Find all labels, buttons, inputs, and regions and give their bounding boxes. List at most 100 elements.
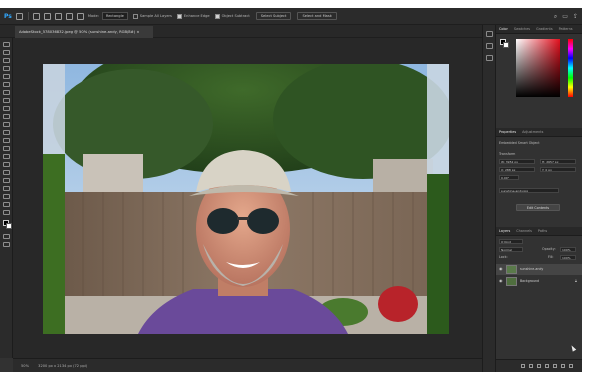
- options-bar: Ps Mode: Rectangle Sample All Layers Enh…: [0, 8, 582, 25]
- tab-color[interactable]: Color: [496, 27, 511, 31]
- background-swatch[interactable]: [503, 42, 509, 48]
- history-icon[interactable]: [486, 31, 493, 37]
- adjustment-layer-icon[interactable]: [545, 364, 549, 368]
- pen-tool-icon[interactable]: [3, 162, 10, 167]
- tab-channels[interactable]: Channels: [513, 229, 535, 233]
- tab-swatches[interactable]: Swatches: [511, 27, 533, 31]
- gradient-tool-icon[interactable]: [3, 138, 10, 143]
- brush-settings-icon[interactable]: [486, 43, 493, 49]
- tab-paths[interactable]: Paths: [535, 229, 550, 233]
- sample-all-layers-checkbox[interactable]: Sample All Layers: [132, 13, 172, 19]
- rectangle-tool-icon[interactable]: [3, 186, 10, 191]
- eraser-tool-icon[interactable]: [3, 130, 10, 135]
- history-brush-tool-icon[interactable]: [3, 122, 10, 127]
- quick-mask-icon[interactable]: [3, 234, 10, 239]
- path-selection-tool-icon[interactable]: [3, 178, 10, 183]
- tools-panel: [0, 38, 13, 358]
- object-subtract-checkbox[interactable]: Object Subtract: [214, 13, 250, 19]
- tab-patterns[interactable]: Patterns: [556, 27, 576, 31]
- lock-icon[interactable]: 🔒︎: [575, 278, 577, 283]
- hand-tool-icon[interactable]: [3, 194, 10, 199]
- tab-properties[interactable]: Properties: [496, 130, 519, 134]
- tab-adjustments[interactable]: Adjustments: [519, 130, 546, 134]
- object-selection-tool-icon[interactable]: [32, 12, 40, 20]
- tab-layers[interactable]: Layers: [496, 229, 513, 233]
- healing-brush-tool-icon[interactable]: [3, 98, 10, 103]
- select-and-mask-button[interactable]: Select and Mask: [297, 12, 337, 20]
- status-bar: 50% 3200 px x 2134 px (72 ppi): [13, 358, 482, 372]
- background-color-swatch[interactable]: [6, 223, 12, 229]
- share-icon[interactable]: ⇪: [573, 13, 578, 21]
- color-picker-field[interactable]: [516, 39, 560, 97]
- workspace-icon[interactable]: ▭: [562, 13, 568, 21]
- select-subject-button[interactable]: Select Subject: [255, 12, 292, 20]
- layer-filter-select[interactable]: Q Kind: [499, 239, 523, 244]
- add-selection-icon[interactable]: [54, 12, 62, 20]
- angle-field[interactable]: 0.00°: [499, 175, 519, 180]
- edit-contents-button[interactable]: Edit Contents: [516, 204, 560, 211]
- visibility-eye-icon[interactable]: ◉: [499, 279, 504, 283]
- layer-thumbnail: [506, 265, 517, 274]
- crop-tool-icon[interactable]: [3, 74, 10, 79]
- info-icon[interactable]: [486, 55, 493, 61]
- zoom-tool-icon[interactable]: [3, 202, 10, 207]
- search-icon[interactable]: ⌕: [554, 13, 557, 21]
- blend-mode-select[interactable]: Normal: [499, 247, 523, 252]
- layer-name: sunshine-andy: [520, 267, 544, 271]
- height-field[interactable]: H: 2657 px: [540, 159, 576, 164]
- app-logo[interactable]: Ps: [4, 13, 12, 20]
- move-tool-icon[interactable]: [3, 42, 10, 47]
- layer-row-sunshine-andy[interactable]: ◉ sunshine-andy: [496, 264, 582, 275]
- screen-mode-icon[interactable]: [3, 242, 10, 247]
- brush-tool-icon[interactable]: [3, 106, 10, 111]
- more-tools-icon[interactable]: [3, 210, 10, 215]
- add-mask-icon[interactable]: [537, 364, 541, 368]
- zoom-level[interactable]: 50%: [21, 364, 29, 368]
- eyedropper-tool-icon[interactable]: [3, 90, 10, 95]
- type-tool-icon[interactable]: [3, 170, 10, 175]
- enhance-edge-label: Enhance Edge: [183, 14, 210, 18]
- subtract-selection-icon[interactable]: [65, 12, 73, 20]
- linked-file-field[interactable]: sunshine-andy.jpg: [499, 188, 559, 193]
- new-group-icon[interactable]: [553, 364, 557, 368]
- smart-object-type: Embedded Smart Object: [499, 141, 540, 145]
- hue-slider[interactable]: [568, 39, 573, 97]
- opacity-field[interactable]: 100%: [560, 247, 576, 252]
- frame-tool-icon[interactable]: [3, 82, 10, 87]
- x-field[interactable]: X: 288 px: [499, 167, 535, 172]
- dodge-tool-icon[interactable]: [3, 154, 10, 159]
- link-layers-icon[interactable]: [521, 364, 525, 368]
- properties-panel-tabs: Properties Adjustments: [496, 128, 582, 137]
- width-field[interactable]: W: 3952 px: [499, 159, 535, 164]
- layers-footer: [496, 359, 582, 372]
- fx-icon[interactable]: [529, 364, 533, 368]
- fill-field[interactable]: 100%: [560, 255, 576, 260]
- lasso-tool-icon[interactable]: [3, 58, 10, 63]
- layer-thumbnail: [506, 277, 517, 286]
- mode-label: Mode:: [87, 14, 99, 18]
- blur-tool-icon[interactable]: [3, 146, 10, 151]
- layer-row-background[interactable]: ◉ Background 🔒︎: [496, 276, 582, 287]
- enhance-edge-checkbox[interactable]: Enhance Edge: [176, 13, 210, 19]
- clone-stamp-tool-icon[interactable]: [3, 114, 10, 119]
- divider: [27, 12, 29, 20]
- new-selection-icon[interactable]: [43, 12, 51, 20]
- new-layer-icon[interactable]: [561, 364, 565, 368]
- document-info[interactable]: 3200 px x 2134 px (72 ppi): [38, 364, 87, 368]
- intersect-selection-icon[interactable]: [76, 12, 84, 20]
- window-controls: ⌕ ▭ ⇪: [554, 13, 578, 21]
- photo-image: [43, 64, 449, 334]
- tab-gradients[interactable]: Gradients: [533, 27, 556, 31]
- color-panel: Color Swatches Gradients Patterns: [496, 25, 582, 125]
- document-tab[interactable]: AdobeStock_578036832.jpeg @ 50% (sunshin…: [15, 26, 153, 38]
- object-selection-tool-icon[interactable]: [3, 66, 10, 71]
- trash-icon[interactable]: [569, 364, 573, 368]
- document-canvas[interactable]: [13, 38, 482, 358]
- home-icon[interactable]: [15, 12, 23, 20]
- mode-select[interactable]: Rectangle: [101, 12, 128, 20]
- visibility-eye-icon[interactable]: ◉: [499, 267, 504, 271]
- marquee-tool-icon[interactable]: [3, 50, 10, 55]
- y-field[interactable]: Y: 0 px: [540, 167, 576, 172]
- transform-label: Transform: [499, 152, 516, 156]
- layers-panel: Layers Channels Paths Q Kind Normal Opac…: [496, 227, 582, 359]
